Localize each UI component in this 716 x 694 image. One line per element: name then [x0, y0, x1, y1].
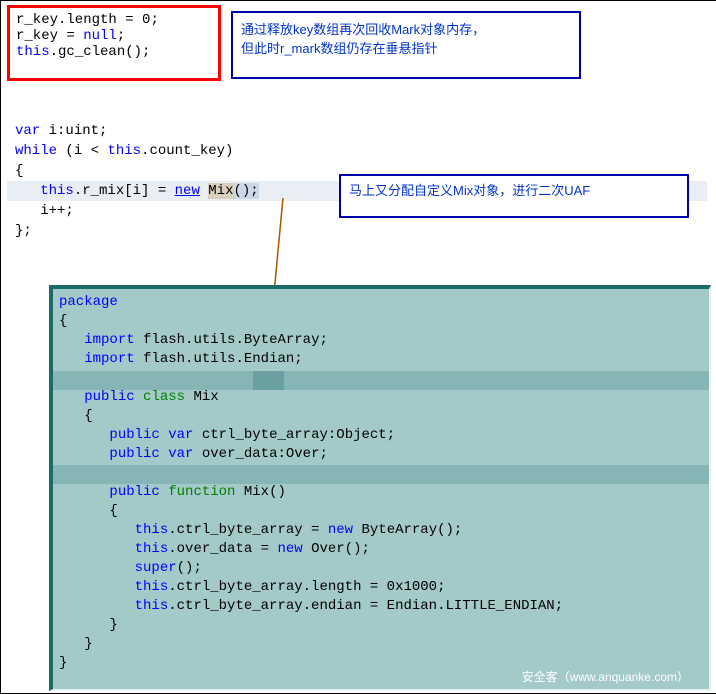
mid-l6: }; — [15, 221, 259, 241]
t-blank1 — [59, 369, 703, 388]
code-tealbox: package { import flash.utils.ByteArray; … — [49, 285, 711, 691]
t-l5: public class Mix — [59, 388, 703, 407]
t-l9: public function Mix() — [59, 483, 703, 502]
t-l6: { — [59, 407, 703, 426]
note1-l2: 但此时r_mark数组仍存在垂悬指针 — [241, 38, 571, 57]
t-l7: public var ctrl_byte_array:Object; — [59, 426, 703, 445]
red-l2: r_key = null; — [16, 28, 212, 44]
mid-l4: this.r_mix[i] = new Mix(); — [15, 181, 259, 201]
mid-l2: while (i < this.count_key) — [15, 141, 259, 161]
t-l16: } — [59, 616, 703, 635]
t-l14: this.ctrl_byte_array.length = 0x1000; — [59, 578, 703, 597]
code-redbox: r_key.length = 0; r_key = null; this.gc_… — [7, 5, 221, 81]
t-l12: this.over_data = new Over(); — [59, 540, 703, 559]
watermark-text: 安全客（www.anquanke.com） — [522, 668, 689, 687]
mid-l5: i++; — [15, 201, 259, 221]
note-box-1: 通过释放key数组再次回收Mark对象内存， 但此时r_mark数组仍存在垂悬指… — [231, 11, 581, 79]
t-l3: import flash.utils.ByteArray; — [59, 331, 703, 350]
t-l8: public var over_data:Over; — [59, 445, 703, 464]
mid-l3: { — [15, 161, 259, 181]
t-blank2 — [59, 464, 703, 483]
t-l4: import flash.utils.Endian; — [59, 350, 703, 369]
red-l1: r_key.length = 0; — [16, 12, 212, 28]
t-l11: this.ctrl_byte_array = new ByteArray(); — [59, 521, 703, 540]
note2-text: 马上又分配自定义Mix对象，进行二次UAF — [349, 180, 679, 199]
t-l15: this.ctrl_byte_array.endian = Endian.LIT… — [59, 597, 703, 616]
t-l17: } — [59, 635, 703, 654]
note-box-2: 马上又分配自定义Mix对象，进行二次UAF — [339, 174, 689, 218]
mid-l1: var i:uint; — [15, 121, 259, 141]
image-frame: r_key.length = 0; r_key = null; this.gc_… — [0, 0, 716, 694]
t-l1: package — [59, 293, 703, 312]
note1-l1: 通过释放key数组再次回收Mark对象内存， — [241, 19, 571, 38]
code-mid: var i:uint; while (i < this.count_key) {… — [15, 121, 259, 241]
red-l3: this.gc_clean(); — [16, 44, 212, 60]
t-l2: { — [59, 312, 703, 331]
t-l13: super(); — [59, 559, 703, 578]
t-l10: { — [59, 502, 703, 521]
